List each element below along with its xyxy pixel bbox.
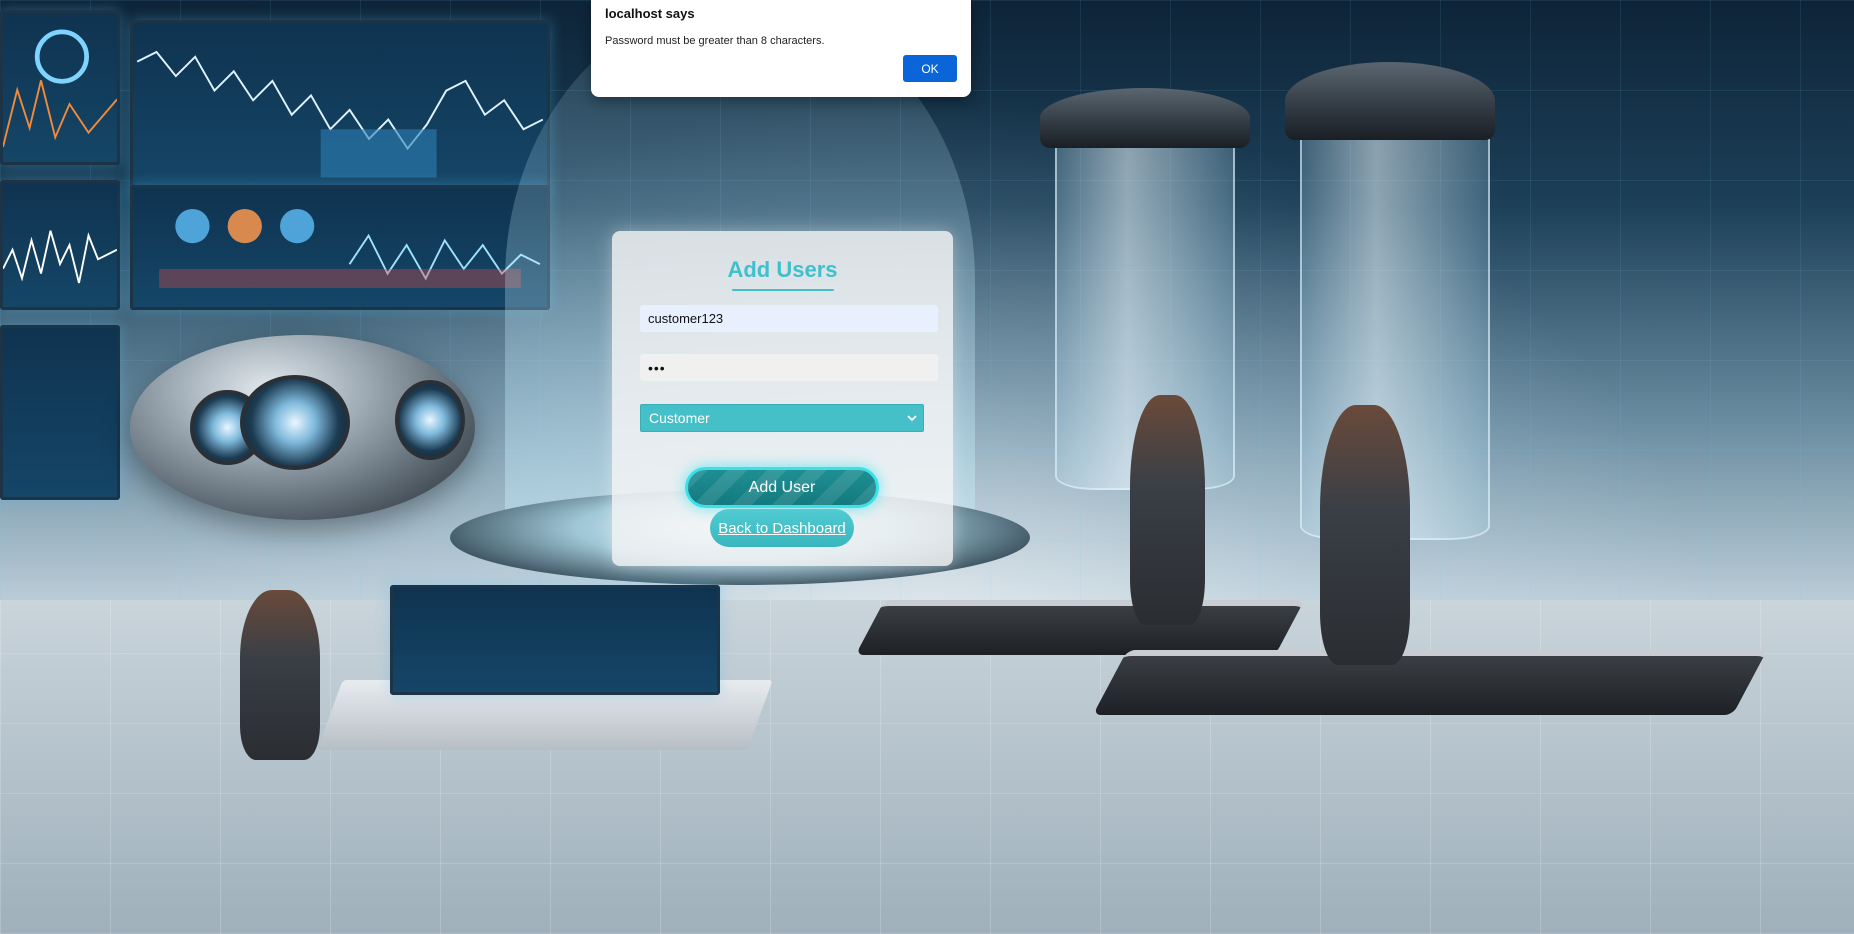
alert-title: localhost says xyxy=(605,6,695,21)
add-user-button[interactable]: Add User xyxy=(685,467,879,508)
monitor-panel-medium xyxy=(130,185,550,310)
desk-monitor xyxy=(390,585,720,695)
chart-graphic xyxy=(3,29,117,148)
chart-graphic xyxy=(136,50,544,178)
monitor-panel-small xyxy=(0,180,120,310)
role-select[interactable]: Customer xyxy=(640,404,924,432)
treadmill-back xyxy=(1092,650,1768,715)
chevron-down-icon xyxy=(907,415,917,422)
chart-graphic xyxy=(3,230,117,284)
operator-figure xyxy=(240,590,320,760)
pod-eye-center xyxy=(240,375,350,470)
role-select-value: Customer xyxy=(649,410,710,426)
cryo-tube-cap xyxy=(1285,62,1495,140)
runner-figure xyxy=(1320,405,1410,665)
alert-message: Password must be greater than 8 characte… xyxy=(605,35,825,47)
cryo-tube-cap xyxy=(1040,88,1250,148)
monitor-panel-large xyxy=(130,20,550,195)
alert-dialog: localhost says Password must be greater … xyxy=(591,0,971,97)
add-users-card: Add Users Customer Add User Back to Dash… xyxy=(612,231,953,566)
runner-figure xyxy=(1130,395,1205,625)
pod-eye-right xyxy=(395,380,465,460)
username-input[interactable] xyxy=(640,305,938,332)
monitor-panel-small xyxy=(0,325,120,500)
password-input[interactable] xyxy=(640,354,938,381)
back-to-dashboard-link[interactable]: Back to Dashboard xyxy=(710,509,854,547)
title-underline xyxy=(732,289,834,291)
page-title: Add Users xyxy=(727,257,838,282)
monitor-panel-small xyxy=(0,10,120,165)
treadmill-front xyxy=(855,600,1305,655)
chart-graphic xyxy=(159,208,541,288)
alert-ok-button[interactable]: OK xyxy=(903,55,957,82)
